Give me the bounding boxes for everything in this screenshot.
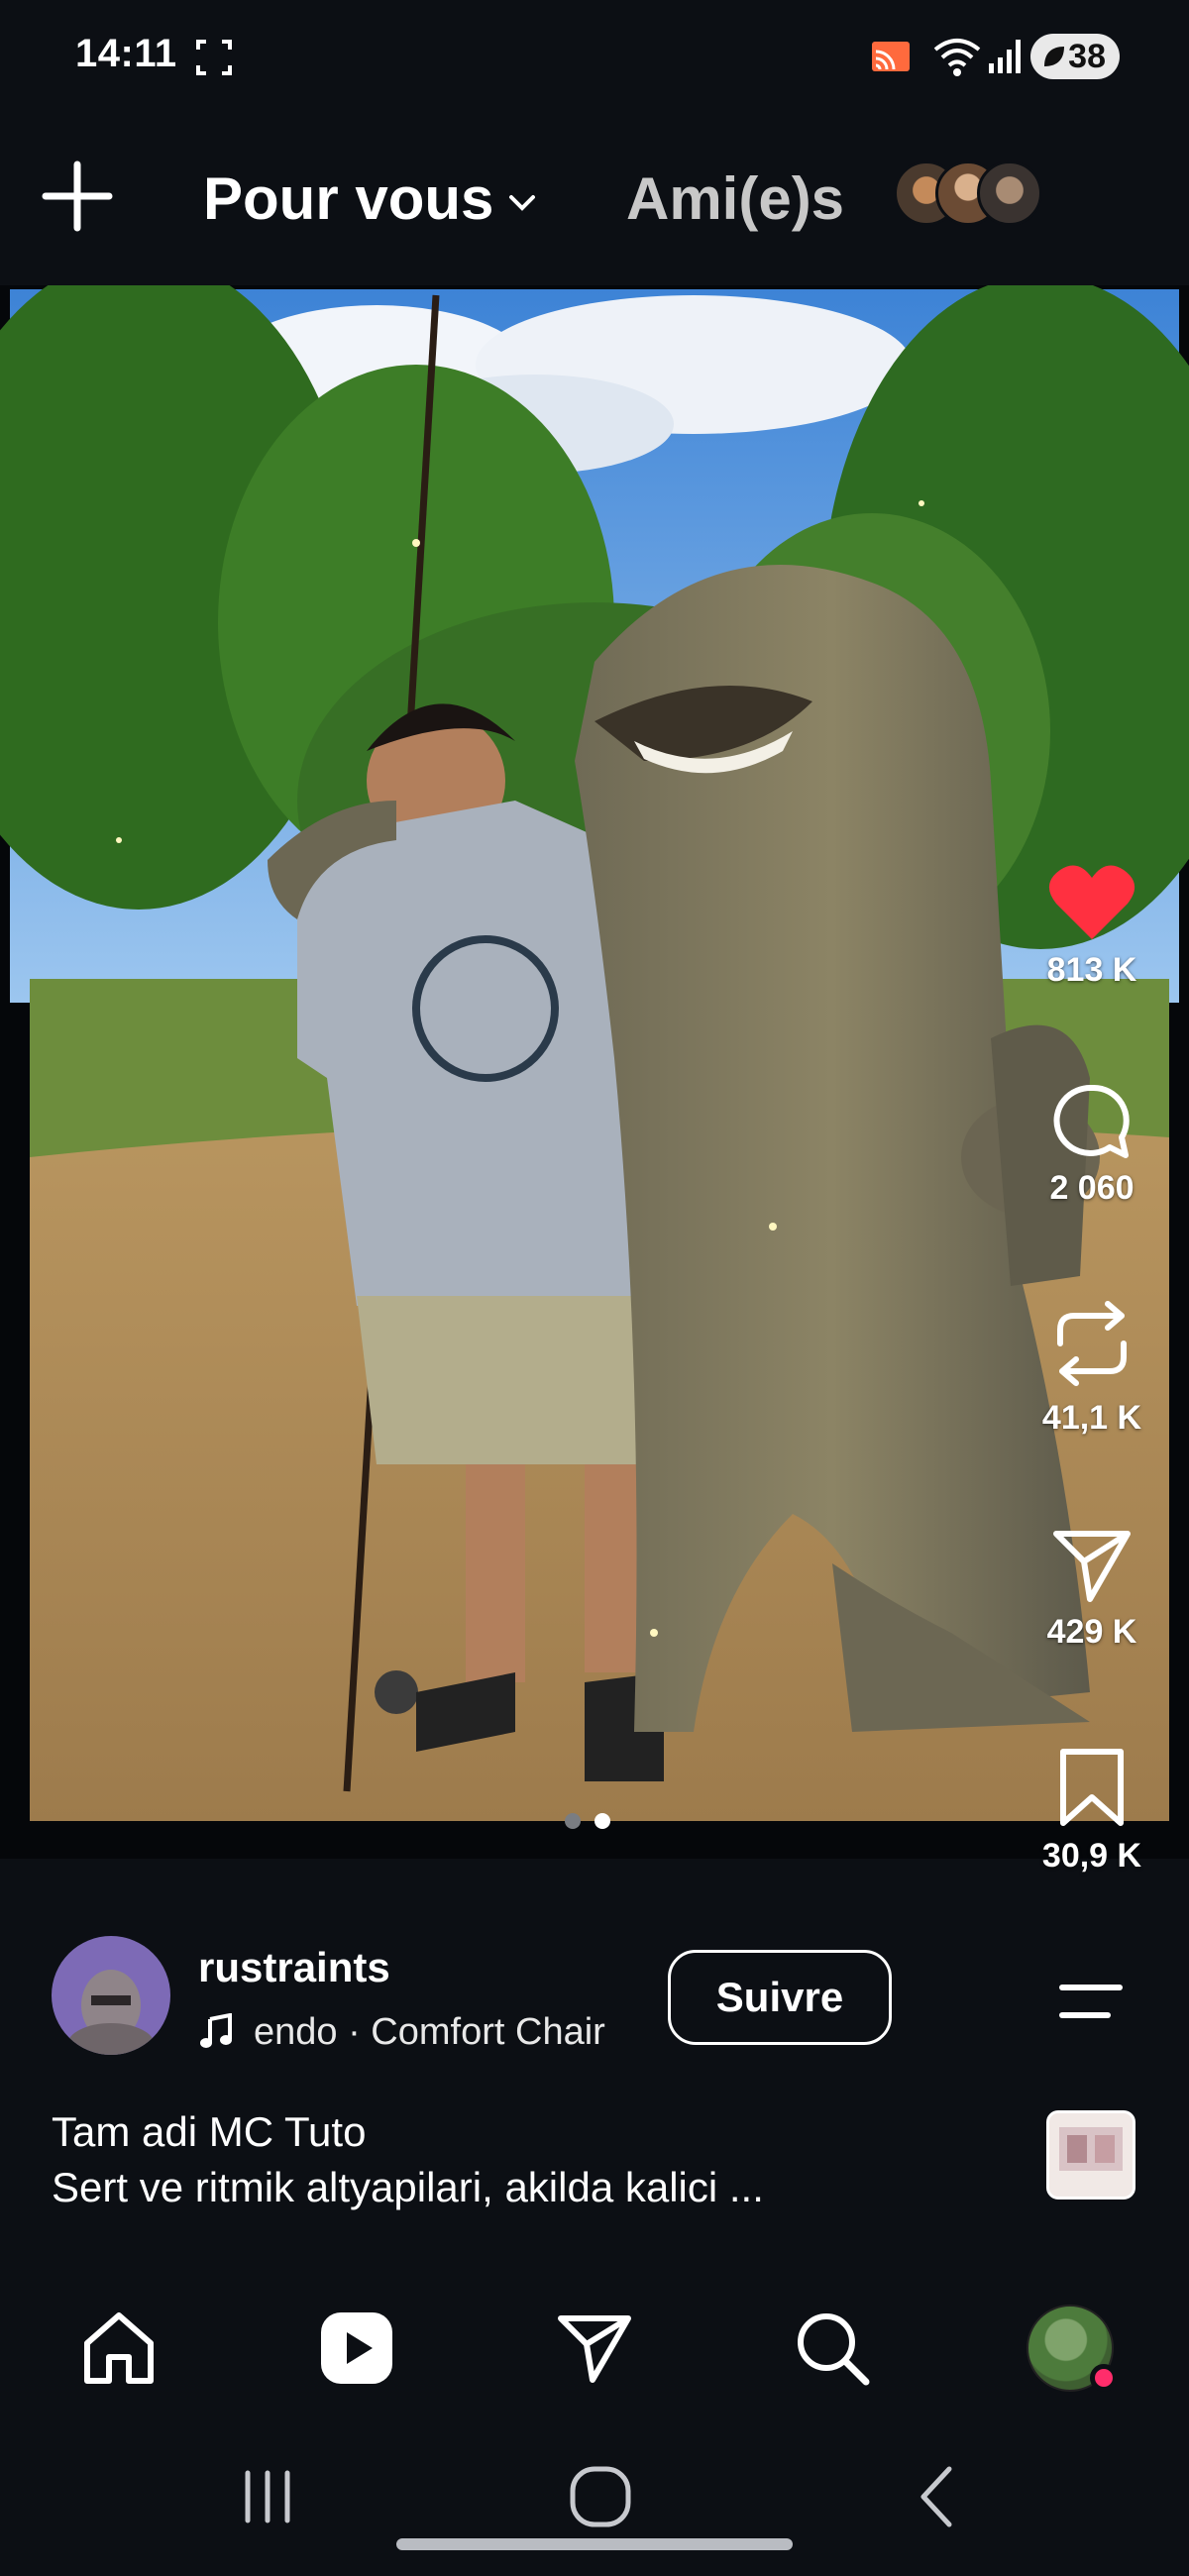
audio-thumbnail[interactable]	[1046, 2110, 1135, 2200]
friends-avatars[interactable]	[894, 161, 1072, 230]
music-title[interactable]: endo · Comfort Chair	[254, 2011, 640, 2054]
music-note-icon	[200, 2013, 232, 2048]
audio-thumbnail-image	[1049, 2113, 1133, 2197]
repost-icon[interactable]	[1050, 1296, 1134, 1391]
carousel-dot-active	[594, 1813, 610, 1829]
send-icon[interactable]	[1050, 1526, 1134, 1605]
post-caption[interactable]: Tam adi MC Tuto Sert ve ritmik altyapila…	[52, 2104, 1023, 2215]
like-action[interactable]: 813 K	[993, 860, 1189, 990]
bottom-nav	[0, 2279, 1189, 2417]
save-count: 30,9 K	[1041, 1837, 1142, 1875]
nav-direct[interactable]	[545, 2299, 644, 2398]
menu-icon[interactable]	[1056, 1980, 1126, 2023]
comment-action[interactable]: 2 060	[993, 1082, 1189, 1208]
carousel-indicator	[565, 1813, 610, 1829]
profile-avatar[interactable]	[1027, 2305, 1118, 2392]
add-icon[interactable]	[40, 159, 115, 234]
battery-level: 38	[1068, 37, 1106, 75]
recent-apps-icon[interactable]	[228, 2457, 307, 2536]
chevron-down-icon	[509, 194, 536, 211]
repost-action[interactable]: 41,1 K	[993, 1296, 1189, 1438]
system-nav	[0, 2427, 1189, 2576]
comment-icon[interactable]	[1050, 1082, 1134, 1161]
tab-pour-vous[interactable]: Pour vous	[203, 164, 539, 233]
author-avatar[interactable]	[52, 1936, 170, 2055]
share-action[interactable]: 429 K	[993, 1526, 1189, 1652]
like-count: 813 K	[1046, 951, 1137, 989]
cast-icon	[872, 42, 910, 71]
bookmark-icon[interactable]	[1057, 1746, 1127, 1829]
notification-dot	[1090, 2364, 1118, 2392]
save-action[interactable]: 30,9 K	[993, 1746, 1189, 1876]
battery-indicator: 38	[1030, 34, 1120, 79]
back-icon[interactable]	[898, 2457, 977, 2536]
post-frame: 813 K 2 060 41,1 K 429 K 30,9 K	[0, 285, 1189, 1875]
share-count: 429 K	[1046, 1613, 1137, 1651]
battery-saver-icon	[1044, 47, 1064, 66]
tab-amis[interactable]: Ami(e)s	[626, 164, 844, 233]
top-nav: Pour vous Ami(e)s	[0, 129, 1189, 268]
status-bar: 14:11 38	[0, 0, 1189, 119]
friend-avatar	[977, 161, 1042, 226]
comment-count: 2 060	[1049, 1169, 1135, 1207]
nav-home[interactable]	[69, 2299, 168, 2398]
search-icon[interactable]	[793, 2308, 872, 2388]
direct-message-icon[interactable]	[555, 2310, 634, 2386]
heart-icon[interactable]	[1046, 860, 1137, 943]
status-time: 14:11	[75, 32, 177, 75]
screenshot-icon	[196, 40, 232, 75]
nav-reels[interactable]	[307, 2299, 406, 2398]
caption-line: Tam adi MC Tuto	[52, 2108, 367, 2155]
author-row: rustraints endo · Comfort Chair Suivre	[0, 1932, 1189, 2061]
home-icon[interactable]	[79, 2309, 159, 2387]
author-avatar-image	[67, 1970, 155, 2055]
signal-icon	[989, 40, 1021, 73]
carousel-dot	[565, 1813, 581, 1829]
nav-profile[interactable]	[1021, 2299, 1120, 2398]
wifi-icon	[933, 39, 981, 76]
tab-pour-vous-label: Pour vous	[203, 165, 494, 232]
caption-line: Sert ve ritmik altyapilari, akilda kalic…	[52, 2164, 764, 2210]
author-username[interactable]: rustraints	[198, 1944, 390, 1991]
follow-button[interactable]: Suivre	[668, 1950, 892, 2045]
repost-count: 41,1 K	[1041, 1399, 1142, 1437]
home-circle-icon[interactable]	[561, 2457, 640, 2536]
gesture-bar[interactable]	[396, 2538, 793, 2550]
nav-search[interactable]	[783, 2299, 882, 2398]
reels-icon[interactable]	[317, 2308, 396, 2388]
